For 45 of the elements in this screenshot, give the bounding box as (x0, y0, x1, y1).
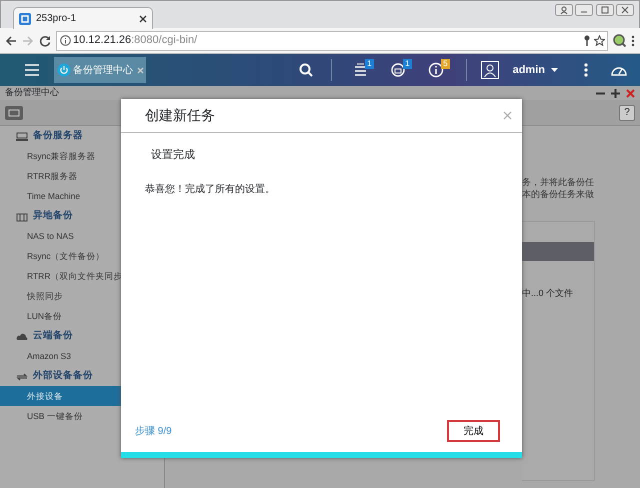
description-text: 务，并将此备份任 (522, 176, 594, 188)
user-icon[interactable] (480, 61, 499, 79)
power-icon (56, 63, 70, 77)
tab-favicon-icon (19, 12, 31, 24)
app-tab[interactable]: 备份管理中心 (54, 57, 146, 83)
step-indicator: 步骤 9/9 (135, 424, 173, 438)
reload-icon[interactable] (39, 34, 51, 46)
swap-icon (16, 370, 28, 382)
star-icon[interactable] (594, 35, 604, 46)
table-cell-text: 中...0 个文件 (522, 287, 574, 300)
dialog-message: 恭喜您！完成了所有的设置。 (145, 182, 275, 196)
description-text: 本的备份任务来做 (522, 188, 594, 200)
dialog-title: 创建新任务 (145, 106, 216, 125)
maximize-window-icon[interactable] (596, 4, 614, 16)
user-menu[interactable]: admin (512, 62, 545, 78)
more-icon[interactable] (584, 63, 588, 77)
server-icon (16, 130, 28, 142)
info-icon[interactable] (428, 62, 444, 78)
help-button[interactable]: ? (619, 104, 635, 120)
browser-tab[interactable]: 253pro-1 (13, 7, 153, 29)
sidebar-toggle-icon[interactable] (5, 106, 23, 120)
count-badge: 1 (365, 59, 374, 69)
sidebar-group-header[interactable]: 异地备份 (0, 206, 164, 226)
table-header (522, 242, 594, 261)
window-title: 备份管理中心 (5, 86, 60, 100)
search-icon[interactable] (298, 63, 313, 77)
count-badge: 1 (403, 59, 412, 69)
minimize-window-icon[interactable] (575, 4, 593, 16)
more-icon[interactable] (631, 34, 635, 46)
dialog-heading: 设置完成 (151, 148, 195, 163)
close-window-icon[interactable] (616, 4, 634, 16)
finish-button[interactable]: 完成 (447, 420, 500, 442)
maximize-icon[interactable] (611, 88, 620, 98)
menu-icon[interactable] (24, 63, 40, 77)
magnifier-icon[interactable] (613, 34, 626, 47)
close-icon[interactable] (139, 14, 147, 22)
sidebar-group-header[interactable]: 云端备份 (0, 326, 164, 346)
count-badge: 5 (441, 59, 450, 69)
sidebar-group-header[interactable]: 备份服务器 (0, 126, 164, 146)
address-field[interactable]: 10.12.21.26:8080/cgi-bin/ (56, 30, 608, 50)
back-icon[interactable] (5, 34, 17, 46)
info-icon (60, 35, 70, 46)
user-window-icon[interactable] (554, 4, 572, 16)
caret-icon[interactable] (551, 68, 558, 72)
sidebar-group-header[interactable]: 外部设备备份 (0, 366, 164, 386)
